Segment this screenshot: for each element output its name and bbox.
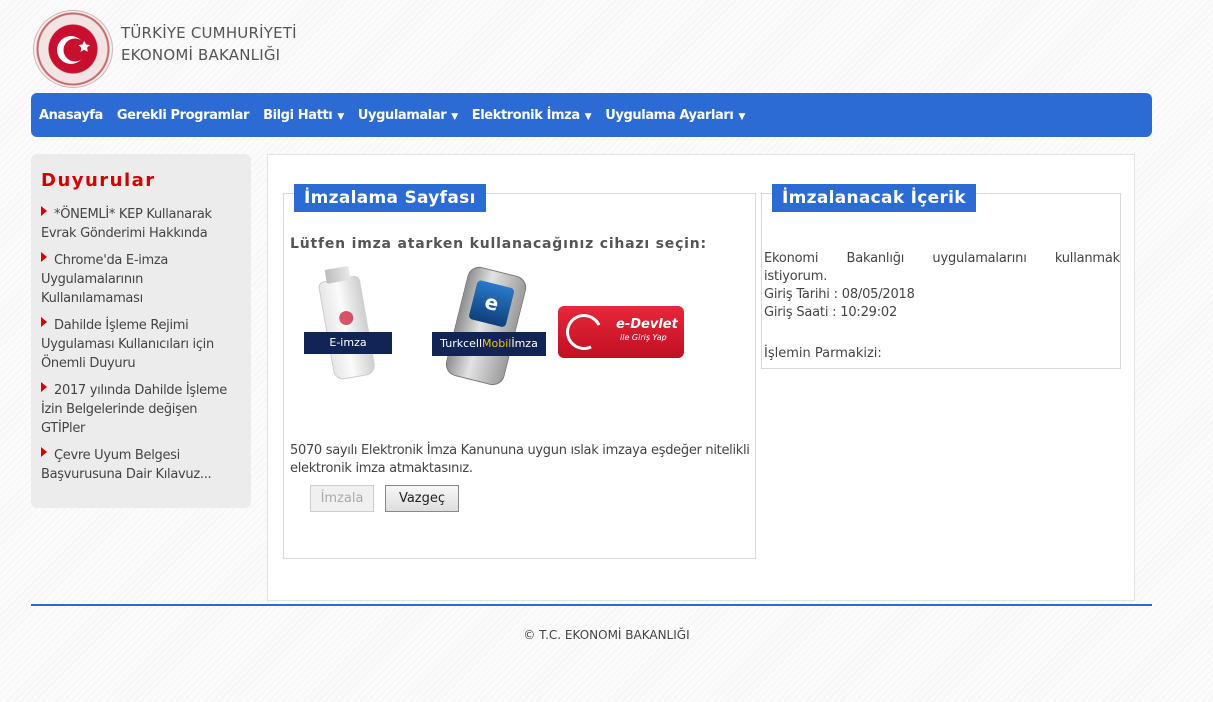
header-line-1: TÜRKİYE CUMHURİYETİ (121, 24, 297, 42)
footer-copyright: © T.C. EKONOMİ BAKANLIĞI (523, 628, 690, 642)
nav-label: Uygulama Ayarları (605, 107, 734, 123)
caret-down-icon: ▼ (738, 111, 746, 122)
signing-panel: İmzalama Sayfası Lütfen imza atarken kul… (283, 184, 756, 559)
device-options: E-imza e TurkcellMobilİmza e-Devlet ile … (304, 264, 724, 400)
announcement-label: 2017 yılında Dahilde İşleme İzin Belgele… (41, 383, 227, 436)
legal-notice: 5070 sayılı Elektronik İmza Kanununa uyg… (290, 443, 750, 476)
announcement-label: Chrome'da E-imza Uygulamalarının Kullanı… (41, 253, 169, 306)
announcement-item[interactable]: Chrome'da E-imza Uygulamalarının Kullanı… (41, 251, 241, 308)
device-instruction: Lütfen imza atarken kullanacağınız cihaz… (290, 236, 707, 252)
nav-item-bilgi-hatti[interactable]: Bilgi Hattı ▼ (263, 108, 344, 123)
signing-panel-title: İmzalama Sayfası (294, 184, 486, 212)
login-date: Giriş Tarihi : 08/05/2018 (764, 287, 915, 302)
nav-item-uygulamalar[interactable]: Uygulamalar ▼ (358, 108, 458, 123)
turkcell-mobile-signature-option[interactable]: e TurkcellMobilİmza (432, 264, 552, 388)
bullet-arrow-icon (41, 382, 47, 392)
announcement-label: Dahilde İşleme Rejimi Uygulaması Kullanı… (41, 318, 214, 371)
announcement-item[interactable]: Dahilde İşleme Rejimi Uygulaması Kullanı… (41, 316, 241, 373)
transaction-fingerprint-label: İşlemin Parmakizi: (764, 346, 882, 361)
caret-down-icon: ▼ (584, 111, 592, 122)
header-line-2: EKONOMİ BAKANLIĞI (121, 46, 281, 64)
login-time: Giriş Saati : 10:29:02 (764, 305, 898, 320)
bullet-arrow-icon (41, 252, 47, 262)
turkcell-label: TurkcellMobilİmza (432, 332, 546, 356)
eimza-label: E-imza (304, 332, 392, 354)
announcement-item[interactable]: *ÖNEMLİ* KEP Kullanarak Evrak Gönderimi … (41, 205, 241, 243)
nav-item-uygulama-ayarlari[interactable]: Uygulama Ayarları ▼ (605, 108, 745, 123)
announcement-item[interactable]: Çevre Uyum Belgesi Başvurusuna Dair Kıla… (41, 446, 241, 484)
mobile-phone-icon: e (443, 264, 529, 388)
announcements-sidebar: Duyurular *ÖNEMLİ* KEP Kullanarak Evrak … (31, 154, 251, 508)
ministry-name: TÜRKİYE CUMHURİYETİ EKONOMİ BAKANLIĞI (121, 22, 297, 66)
nav-item-gerekli-programlar[interactable]: Gerekli Programlar (116, 107, 250, 123)
caret-down-icon: ▼ (337, 111, 344, 122)
nav-label: Gerekli Programlar (116, 107, 250, 123)
crescent-star-icon (57, 36, 91, 64)
nav-item-elektronik-imza[interactable]: Elektronik İmza ▼ (472, 108, 592, 123)
main-content: İmzalama Sayfası Lütfen imza atarken kul… (267, 154, 1135, 601)
caret-down-icon: ▼ (451, 111, 458, 122)
bullet-arrow-icon (41, 447, 47, 457)
nav-label: Bilgi Hattı (263, 107, 333, 123)
content-to-sign: Ekonomi Bakanlığı uygulamalarını kullanm… (764, 250, 1120, 322)
nav-label: Elektronik İmza (471, 107, 580, 123)
eimza-device-option[interactable]: E-imza (304, 274, 394, 384)
bullet-arrow-icon (41, 206, 47, 216)
content-panel-title: İmzalanacak İçerik (772, 184, 976, 212)
content-description-line-1: Ekonomi Bakanlığı uygulamalarını kullanm… (764, 251, 1120, 266)
ministry-logo[interactable] (33, 10, 113, 88)
turkcell-label-mobil: Mobil (482, 337, 512, 350)
cancel-button[interactable]: Vazgeç (385, 485, 459, 512)
main-navbar: Anasayfa Gerekli Programlar Bilgi Hattı ▼… (31, 93, 1152, 137)
announcement-label: Çevre Uyum Belgesi Başvurusuna Dair Kıla… (41, 448, 212, 482)
usb-token-icon (317, 275, 377, 381)
announcement-label: *ÖNEMLİ* KEP Kullanarak Evrak Gönderimi … (41, 207, 212, 241)
content-description-line-2: istiyorum. (764, 269, 828, 284)
footer-divider (31, 604, 1152, 606)
crescent-icon (560, 308, 608, 356)
nav-item-anasayfa[interactable]: Anasayfa (39, 108, 103, 123)
sign-button[interactable]: İmzala (310, 485, 374, 512)
edevlet-login-option[interactable]: e-Devlet ile Giriş Yap (558, 306, 684, 358)
content-to-sign-panel: İmzalanacak İçerik Ekonomi Bakanlığı uyg… (761, 184, 1121, 369)
nav-label: Anasayfa (39, 107, 103, 123)
sidebar-title: Duyurular (41, 170, 156, 191)
phone-screen-e: e (468, 279, 515, 328)
bullet-arrow-icon (41, 317, 47, 327)
nav-label: Uygulamalar (357, 107, 447, 123)
edevlet-subtitle: ile Giriş Yap (620, 333, 667, 342)
turkcell-label-suffix: İmza (511, 337, 538, 350)
turkcell-label-prefix: Turkcell (440, 337, 483, 350)
announcement-item[interactable]: 2017 yılında Dahilde İşleme İzin Belgele… (41, 381, 241, 438)
edevlet-title: e-Devlet (616, 317, 678, 332)
